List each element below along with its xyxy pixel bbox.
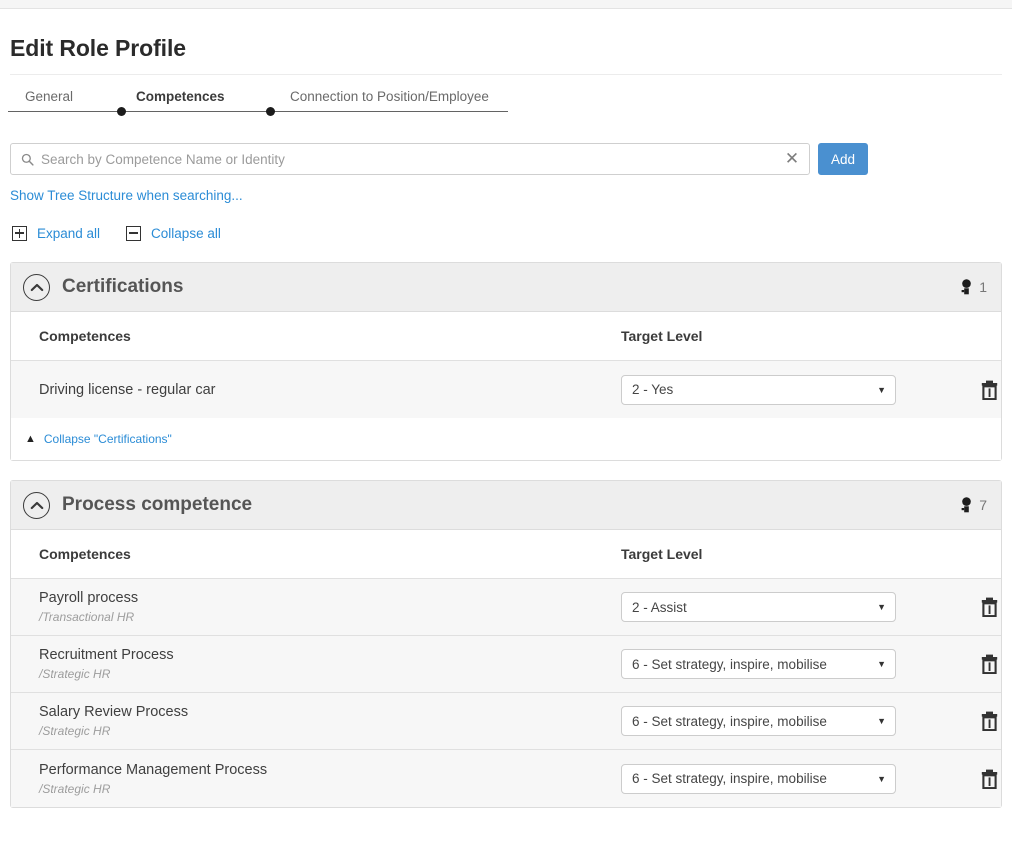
- competence-name: Payroll process: [39, 590, 139, 606]
- medal-icon: [960, 496, 973, 514]
- target-level-cell: 6 - Set strategy, inspire, mobilise ▼: [621, 649, 933, 679]
- section-footer: ▲ Collapse "Certifications": [11, 418, 1001, 460]
- expand-collapse-controls: Expand all Collapse all: [12, 223, 1012, 243]
- section-title: Certifications: [62, 276, 184, 297]
- competence-name: Performance Management Process: [39, 761, 268, 778]
- show-tree-structure-link[interactable]: Show Tree Structure when searching...: [10, 188, 243, 203]
- table-body: Driving license - regular car 2 - Yes ▼: [11, 360, 1001, 418]
- competence-name: Salary Review Process: [39, 704, 189, 720]
- section-title: Process competence: [62, 494, 253, 515]
- delete-cell: [933, 711, 1001, 731]
- target-level-cell: 2 - Assist ▼: [621, 592, 933, 622]
- delete-row-icon[interactable]: [981, 654, 998, 674]
- target-level-cell: 6 - Set strategy, inspire, mobilise ▼: [621, 706, 933, 736]
- delete-row-icon[interactable]: [981, 597, 998, 617]
- section-header[interactable]: Certifications 1: [11, 263, 1001, 312]
- section-count-value: 7: [979, 497, 987, 513]
- section-panel-certifications: Certifications 1 Competences Target Leve…: [10, 262, 1002, 461]
- target-level-select[interactable]: 6 - Set strategy, inspire, mobilise: [621, 706, 896, 736]
- search-box[interactable]: ✕: [10, 143, 810, 175]
- search-icon: [21, 153, 34, 166]
- target-level-select[interactable]: 6 - Set strategy, inspire, mobilise: [621, 649, 896, 679]
- target-level-cell: 6 - Set strategy, inspire, mobilise ▼: [621, 763, 933, 794]
- delete-cell: [933, 380, 1001, 400]
- target-level-select[interactable]: 2 - Assist: [621, 592, 896, 622]
- collapse-section-link[interactable]: Collapse "Certifications": [44, 432, 172, 446]
- competence-cell: Salary Review Process /Strategic HR: [39, 697, 621, 745]
- delete-cell: [933, 597, 1001, 617]
- tab-general[interactable]: General: [25, 89, 73, 104]
- search-input[interactable]: [41, 151, 775, 167]
- delete-row-icon[interactable]: [981, 380, 998, 400]
- competence-cell: Driving license - regular car: [39, 375, 621, 405]
- table-row: Payroll process /Transactional HR 2 - As…: [11, 579, 1001, 636]
- section-panel-process-competence: Process competence 7 Competences Target …: [10, 480, 1002, 808]
- table-header: Competences Target Level: [11, 312, 1001, 360]
- column-header-competences: Competences: [39, 546, 131, 562]
- expand-all-icon[interactable]: [12, 225, 27, 241]
- competence-path: /Transactional HR: [39, 610, 135, 624]
- delete-row-icon[interactable]: [981, 711, 998, 731]
- expand-all-link[interactable]: Expand all: [37, 226, 100, 241]
- table-row: Salary Review Process /Strategic HR 6 - …: [11, 693, 1001, 750]
- add-button[interactable]: Add: [818, 143, 868, 175]
- table-row: Recruitment Process /Strategic HR 6 - Se…: [11, 636, 1001, 693]
- tab-connection-to-position-employee[interactable]: Connection to Position/Employee: [290, 89, 489, 104]
- target-level-cell: 2 - Yes ▼: [621, 374, 933, 405]
- page-title: Edit Role Profile: [10, 35, 186, 61]
- tab-connector-line: [8, 111, 508, 112]
- title-divider: [10, 74, 1002, 75]
- competence-path: /Strategic HR: [39, 667, 111, 681]
- target-level-select[interactable]: 2 - Yes: [621, 374, 896, 405]
- delete-cell: [933, 769, 1001, 789]
- competence-cell: Performance Management Process /Strategi…: [39, 755, 621, 803]
- column-header-target-level: Target Level: [621, 546, 703, 562]
- collapse-all-icon[interactable]: [126, 225, 142, 241]
- competence-name: Recruitment Process: [39, 647, 174, 663]
- chevron-up-icon[interactable]: [23, 491, 50, 519]
- competence-cell: Payroll process /Transactional HR: [39, 583, 621, 631]
- section-count-value: 1: [979, 279, 987, 295]
- table-row: Driving license - regular car 2 - Yes ▼: [11, 361, 1001, 418]
- table-body: Payroll process /Transactional HR 2 - As…: [11, 578, 1001, 807]
- clear-search-icon[interactable]: ✕: [775, 144, 809, 174]
- table-header: Competences Target Level: [11, 530, 1001, 578]
- competence-path: /Strategic HR: [39, 724, 111, 738]
- section-count: 7: [960, 496, 987, 514]
- chevron-up-icon[interactable]: [23, 273, 50, 301]
- search-row: ✕ Add: [10, 143, 868, 175]
- section-header[interactable]: Process competence 7: [11, 481, 1001, 530]
- table-row: Performance Management Process /Strategi…: [11, 750, 1001, 807]
- tab-dot-2: [266, 107, 275, 116]
- target-level-select[interactable]: 6 - Set strategy, inspire, mobilise: [621, 763, 896, 794]
- medal-icon: [960, 278, 973, 296]
- top-bar: [0, 0, 1012, 9]
- tab-competences[interactable]: Competences: [136, 89, 225, 104]
- delete-row-icon[interactable]: [981, 769, 998, 789]
- competence-name: Driving license - regular car: [39, 381, 216, 398]
- competence-cell: Recruitment Process /Strategic HR: [39, 640, 621, 688]
- column-header-competences: Competences: [39, 328, 131, 344]
- collapse-all-link[interactable]: Collapse all: [151, 226, 221, 241]
- tab-dot-1: [117, 107, 126, 116]
- tab-bar: General Competences Connection to Positi…: [8, 89, 508, 121]
- section-count: 1: [960, 278, 987, 296]
- chevron-up-small-icon: ▲: [25, 432, 36, 445]
- delete-cell: [933, 654, 1001, 674]
- competence-path: /Strategic HR: [39, 781, 111, 796]
- column-header-target-level: Target Level: [621, 328, 703, 344]
